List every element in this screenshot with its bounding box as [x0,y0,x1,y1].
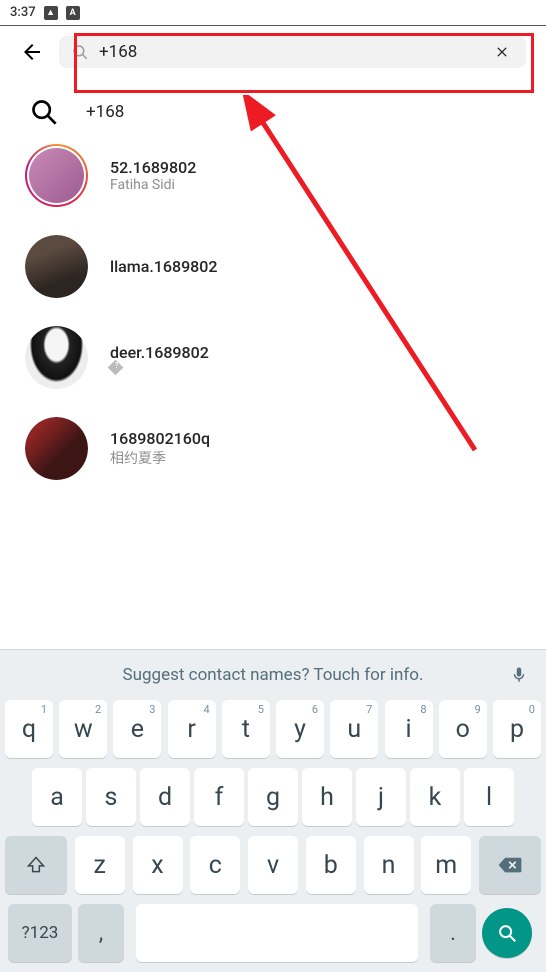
search-summary-row[interactable]: +168 [0,78,546,144]
result-item[interactable]: 52.1689802Fatiha Sidi [25,144,521,207]
search-field-wrapper[interactable] [59,36,526,68]
key-a[interactable]: a [32,768,82,826]
soft-keyboard: Suggest contact names? Touch for info. q… [0,649,546,972]
magnifier-icon [30,98,58,126]
key-g[interactable]: g [248,768,298,826]
key-e[interactable]: e3 [113,700,161,758]
arrow-left-icon [20,40,44,64]
key-c[interactable]: c [190,836,240,894]
key-k[interactable]: k [410,768,460,826]
key-comma[interactable]: , [78,904,124,962]
backspace-icon [497,855,523,875]
key-u[interactable]: u7 [330,700,378,758]
key-t[interactable]: t5 [222,700,270,758]
key-q[interactable]: q1 [5,700,53,758]
key-x[interactable]: x [133,836,183,894]
result-username: 52.1689802 [110,158,196,177]
key-j[interactable]: j [356,768,406,826]
key-search-action[interactable] [482,908,532,958]
status-time: 3:37 [10,5,36,20]
key-backspace[interactable] [479,836,541,894]
key-w[interactable]: w2 [59,700,107,758]
key-i[interactable]: i8 [385,700,433,758]
result-item[interactable]: llama.1689802 [25,235,521,298]
search-icon [71,43,89,61]
key-n[interactable]: n [364,836,414,894]
keyboard-suggestion-bar[interactable]: Suggest contact names? Touch for info. [0,650,546,700]
app-bar [0,26,546,78]
result-subtitle: 相约夏季 [110,448,210,468]
status-bar: 3:37 ▲ A [0,0,546,26]
status-app-icon: A [66,6,80,20]
back-button[interactable] [20,40,44,64]
result-username: deer.1689802 [110,343,209,362]
clear-search-button[interactable] [490,44,514,60]
close-icon [494,44,510,60]
key-shift[interactable] [5,836,67,894]
result-item[interactable]: deer.1689802 [25,326,521,389]
mic-icon[interactable] [510,664,528,686]
key-p[interactable]: p0 [493,700,541,758]
key-y[interactable]: y6 [276,700,324,758]
key-l[interactable]: l [464,768,514,826]
result-username: llama.1689802 [110,257,217,276]
result-subtitle [110,362,209,373]
key-f[interactable]: f [194,768,244,826]
avatar[interactable] [25,144,88,207]
search-summary-term: +168 [86,102,124,122]
key-b[interactable]: b [306,836,356,894]
key-z[interactable]: z [75,836,125,894]
status-image-icon: ▲ [44,6,58,20]
suggestion-text: Suggest contact names? Touch for info. [123,665,424,685]
key-d[interactable]: d [140,768,190,826]
avatar[interactable] [25,326,88,389]
avatar[interactable] [25,235,88,298]
key-v[interactable]: v [248,836,298,894]
badge-icon [108,359,124,375]
key-symbols[interactable]: ?123 [8,904,72,962]
key-period[interactable]: . [430,904,476,962]
key-r[interactable]: r4 [168,700,216,758]
key-o[interactable]: o9 [439,700,487,758]
result-username: 1689802160q [110,429,210,448]
avatar[interactable] [25,417,88,480]
result-subtitle: Fatiha Sidi [110,177,196,193]
key-h[interactable]: h [302,768,352,826]
results-list: 52.1689802Fatiha Sidi llama.1689802 deer.1… [0,144,546,480]
key-s[interactable]: s [86,768,136,826]
result-item[interactable]: 1689802160q相约夏季 [25,417,521,480]
search-input[interactable] [99,42,490,62]
key-m[interactable]: m [421,836,471,894]
shift-icon [26,855,46,875]
key-space[interactable] [136,904,418,962]
